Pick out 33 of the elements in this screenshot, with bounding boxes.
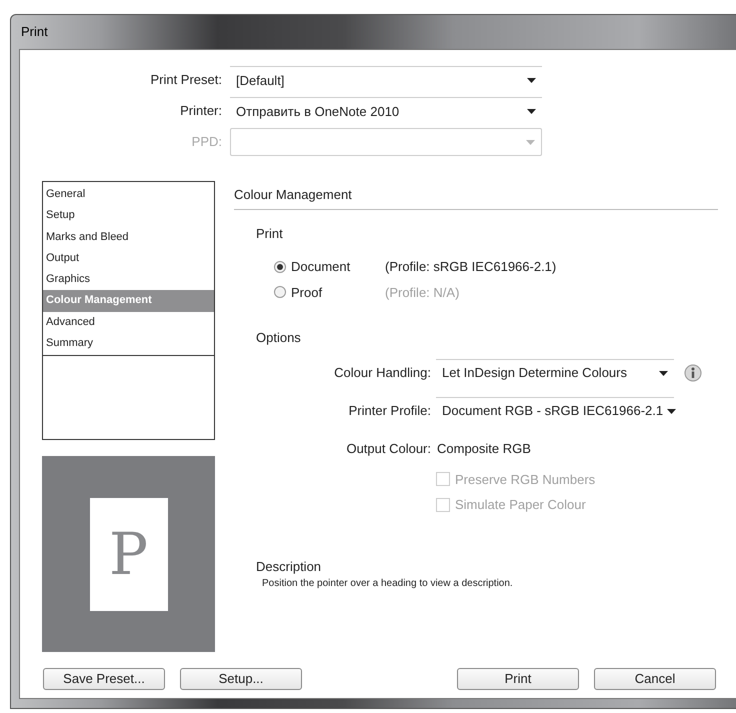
- field-label: Printer:: [179, 102, 223, 120]
- group-heading: Print: [256, 224, 284, 242]
- dialog-button[interactable]: Print: [457, 668, 579, 690]
- category-item[interactable]: Advanced: [43, 312, 214, 334]
- group-heading: Options: [256, 329, 302, 347]
- field-label: PPD:: [190, 133, 223, 152]
- category-item[interactable]: Setup: [43, 205, 214, 227]
- profile-text: (Profile: sRGB IEC61966-2.1): [385, 258, 556, 276]
- radio-option[interactable]: Document: [274, 257, 385, 276]
- dropdown-field[interactable]: Отправить в OneNote 2010: [230, 97, 542, 125]
- field-label: Printer Profile:: [348, 402, 432, 420]
- category-item[interactable]: General: [43, 184, 214, 206]
- radio-option[interactable]: Proof: [274, 282, 385, 302]
- dropdown-field[interactable]: Document RGB - sRGB IEC61966-2.1: [436, 396, 674, 424]
- dialog-button[interactable]: Cancel: [594, 668, 716, 690]
- category-item[interactable]: Graphics: [43, 269, 214, 290]
- profile-text: (Profile: N/A): [385, 284, 460, 302]
- description-text: Position the pointer over a heading to view a description.: [261, 577, 514, 591]
- field-label: Output Colour:: [345, 440, 432, 458]
- dialog-button[interactable]: Setup...: [180, 668, 302, 690]
- field-label: Colour Handling:: [333, 364, 432, 382]
- dialog-button[interactable]: Save Preset...: [43, 668, 165, 690]
- page-letter: P: [108, 525, 148, 583]
- description-heading: Description: [256, 558, 322, 576]
- category-item[interactable]: Marks and Bleed: [43, 226, 214, 248]
- dropdown-field[interactable]: Let InDesign Determine Colours: [436, 358, 674, 386]
- category-item[interactable]: Output: [43, 248, 214, 270]
- section-title: Colour Management: [234, 185, 718, 210]
- category-item[interactable]: Summary: [43, 333, 214, 354]
- dropdown-field[interactable]: [Default]: [230, 66, 542, 94]
- field-label: Print Preset:: [149, 71, 223, 90]
- window-title: Print: [21, 23, 48, 41]
- output-colour-value: Composite RGB: [436, 440, 531, 458]
